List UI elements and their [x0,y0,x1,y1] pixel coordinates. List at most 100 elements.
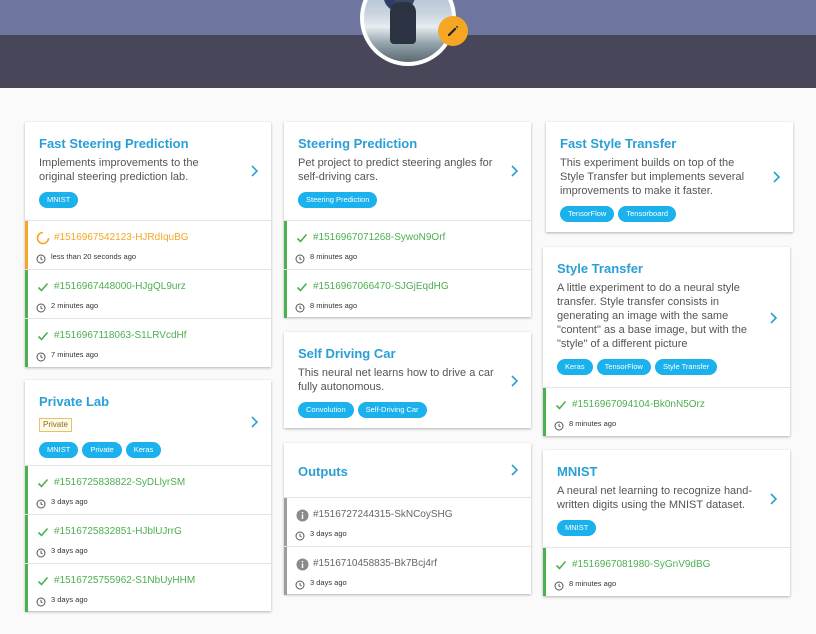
clock-icon [36,300,46,313]
project-card-fast-style[interactable]: Fast Style Transfer This experiment buil… [546,122,793,232]
run-id[interactable]: #1516725755962-S1NbUyHHM [54,574,195,588]
check-icon [36,476,50,490]
chevron-right-icon[interactable] [249,415,259,429]
tag-chip[interactable]: Convolution [298,402,354,418]
status-bar [25,221,28,269]
chevron-right-icon[interactable] [509,374,519,388]
card-title[interactable]: Fast Style Transfer [560,136,757,152]
clock-icon [36,349,46,362]
card-title[interactable]: Steering Prediction [298,136,495,152]
card-header[interactable]: Private Lab Private MNIST Private Keras [25,380,271,465]
card-header[interactable]: Style Transfer A little experiment to do… [543,247,790,387]
chevron-right-icon[interactable] [249,164,259,178]
card-title[interactable]: Private Lab [39,394,235,410]
chevron-right-icon[interactable] [509,164,519,178]
chevron-right-icon[interactable] [768,492,778,506]
clock-icon [554,578,564,591]
project-card-self-driving[interactable]: Self Driving Car This neural net learns … [284,332,531,428]
run-time: 3 days ago [310,529,347,538]
tag-list: MNIST [557,520,754,536]
tag-chip[interactable]: Keras [125,442,162,458]
clock-icon [36,545,46,558]
project-card-mnist[interactable]: MNIST A neural net learning to recognize… [543,450,790,596]
run-row[interactable]: #1516725832851-HJblUJrrG 3 days ago [25,514,271,563]
card-title[interactable]: Fast Steering Prediction [39,136,235,152]
run-time: 3 days ago [310,578,347,587]
tag-chip[interactable]: Keras [557,359,593,375]
run-id[interactable]: #1516710458835-Bk7Bcj4rf [313,557,437,571]
project-card-steering[interactable]: Steering Prediction Pet project to predi… [284,122,531,318]
pencil-icon[interactable] [438,16,468,46]
run-row[interactable]: #1516967542123-HJRdIquBG less than 20 sec… [25,220,271,269]
run-row[interactable]: #1516710458835-Bk7Bcj4rf 3 days ago [284,546,531,595]
project-card-outputs[interactable]: Outputs #1516727244315-SkNCoySHG 3 days a… [284,443,531,595]
run-id[interactable]: #1516967118063-S1LRVcdHf [54,329,187,343]
run-id[interactable]: #1516967066470-SJGjEqdHG [313,280,449,294]
check-icon [36,280,50,294]
run-row[interactable]: #1516727244315-SkNCoySHG 3 days ago [284,497,531,546]
run-id[interactable]: #1516727244315-SkNCoySHG [313,508,453,522]
status-bar [25,564,28,612]
status-bar [25,319,28,367]
chevron-right-icon[interactable] [771,170,781,184]
tag-chip[interactable]: Steering Prediction [298,192,378,208]
check-icon [554,558,568,572]
run-row[interactable]: #1516967094104-Bk0nN5Orz 8 minutes ago [543,387,790,436]
check-icon [554,398,568,412]
run-id[interactable]: #1516967094104-Bk0nN5Orz [572,398,705,412]
chevron-right-icon[interactable] [509,463,519,477]
card-header[interactable]: Outputs [284,443,531,497]
info-icon [295,508,309,522]
tag-chip[interactable]: TensorFlow [596,359,651,375]
run-time: 2 minutes ago [51,301,99,310]
run-id[interactable]: #1516967542123-HJRdIquBG [54,231,189,245]
tag-chip[interactable]: Tensorboard [618,206,677,222]
tag-list: TensorFlow Tensorboard [560,206,757,222]
run-time: less than 20 seconds ago [51,252,137,261]
tag-chip[interactable]: TensorFlow [560,206,615,222]
run-id[interactable]: #1516967448000-HJgQL9urz [54,280,186,294]
tag-chip[interactable]: MNIST [39,442,79,458]
tag-chip[interactable]: MNIST [39,192,79,208]
card-title[interactable]: Outputs [298,464,495,480]
run-row[interactable]: #1516725755962-S1NbUyHHM 3 days ago [25,563,271,612]
card-title[interactable]: Self Driving Car [298,346,495,362]
card-description: A little experiment to do a neural style… [557,282,748,350]
status-bar [284,547,287,595]
status-bar [284,498,287,546]
tag-chip[interactable]: Style Transfer [654,359,718,375]
run-id[interactable]: #1516725832851-HJblUJrrG [54,525,182,539]
status-bar [284,270,287,318]
clock-icon [36,594,46,607]
card-title[interactable]: MNIST [557,464,754,480]
card-header[interactable]: Fast Style Transfer This experiment buil… [546,122,793,232]
run-id[interactable]: #1516967081980-SyGnV9dBG [572,558,710,572]
run-row[interactable]: #1516967071268-SywoN9Orf 8 minutes ago [284,220,531,269]
card-title[interactable]: Style Transfer [557,261,754,277]
card-header[interactable]: Steering Prediction Pet project to predi… [284,122,531,220]
project-card-private-lab[interactable]: Private Lab Private MNIST Private Keras #1… [25,380,271,612]
card-header[interactable]: Fast Steering Prediction Implements impr… [25,122,271,220]
run-row[interactable]: #1516967118063-S1LRVcdHf 7 minutes ago [25,318,271,367]
run-row[interactable]: #1516967448000-HJgQL9urz 2 minutes ago [25,269,271,318]
run-row[interactable]: #1516967066470-SJGjEqdHG 8 minutes ago [284,269,531,318]
card-description: A neural net learning to recognize hand-… [557,485,753,511]
run-time: 3 days ago [51,595,88,604]
chevron-right-icon[interactable] [768,311,778,325]
run-row[interactable]: #1516725838822-SyDLlyrSM 3 days ago [25,465,271,514]
check-icon [36,329,50,343]
tag-chip[interactable]: Self-Driving Car [357,402,427,418]
card-description: This experiment builds on top of the Sty… [560,157,745,197]
project-card-style-transfer[interactable]: Style Transfer A little experiment to do… [543,247,790,436]
run-row[interactable]: #1516967081980-SyGnV9dBG 8 minutes ago [543,547,790,596]
tag-chip[interactable]: Private [82,442,122,458]
tag-chip[interactable]: MNIST [557,520,597,536]
clock-icon [295,528,305,541]
run-id[interactable]: #1516967071268-SywoN9Orf [313,231,445,245]
card-header[interactable]: Self Driving Car This neural net learns … [284,332,531,428]
project-card-fast-steering[interactable]: Fast Steering Prediction Implements impr… [25,122,271,367]
tag-list: Steering Prediction [298,192,495,208]
card-header[interactable]: MNIST A neural net learning to recognize… [543,450,790,547]
status-bar [543,388,546,436]
run-id[interactable]: #1516725838822-SyDLlyrSM [54,476,185,490]
